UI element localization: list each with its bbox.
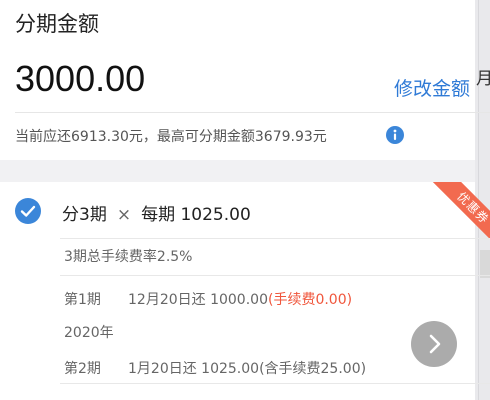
page-title: 分期金额 — [15, 12, 99, 36]
fee-rate: 3期总手续费率2.5% — [64, 249, 193, 265]
background-page-char: 月 — [476, 69, 490, 89]
divider — [60, 275, 490, 276]
divider — [15, 112, 490, 113]
modify-amount-link[interactable]: 修改金额 — [394, 74, 470, 101]
installment-amount: 3000.00 — [15, 58, 146, 99]
schedule-period: 第1期 — [64, 292, 101, 308]
section-gap — [0, 160, 475, 182]
schedule-row: 第1期 12月20日还 1000.00(手续费0.00) — [64, 289, 352, 309]
plan-summary: 分3期 × 每期 1025.00 — [62, 200, 251, 225]
times-icon: × — [116, 205, 132, 225]
schedule-row: 第2期 1月20日还 1025.00(含手续费25.00) — [64, 358, 366, 378]
schedule-detail: 1月20日还 1025.00(含手续费25.00) — [128, 361, 367, 377]
repayment-hint: 当前应还6913.30元，最高可分期金额3679.93元 — [15, 129, 327, 145]
coupon-ribbon: 优惠券 — [428, 182, 490, 244]
divider — [60, 383, 490, 384]
info-icon[interactable] — [386, 126, 404, 144]
plan-term: 分3期 — [62, 205, 107, 225]
chevron-right-icon — [429, 334, 441, 354]
floating-next-button[interactable] — [411, 321, 457, 367]
divider — [60, 238, 490, 239]
check-icon[interactable] — [15, 198, 41, 224]
background-scroll-bar — [480, 250, 490, 278]
year-label: 2020年 — [64, 325, 114, 341]
schedule-detail: 12月20日还 1000.00 — [128, 292, 268, 308]
coupon-badge: 优惠券 — [428, 182, 490, 244]
schedule-period: 第2期 — [64, 361, 101, 377]
plan-per-period: 每期 1025.00 — [141, 205, 251, 225]
schedule-fee: (手续费0.00) — [267, 292, 353, 308]
